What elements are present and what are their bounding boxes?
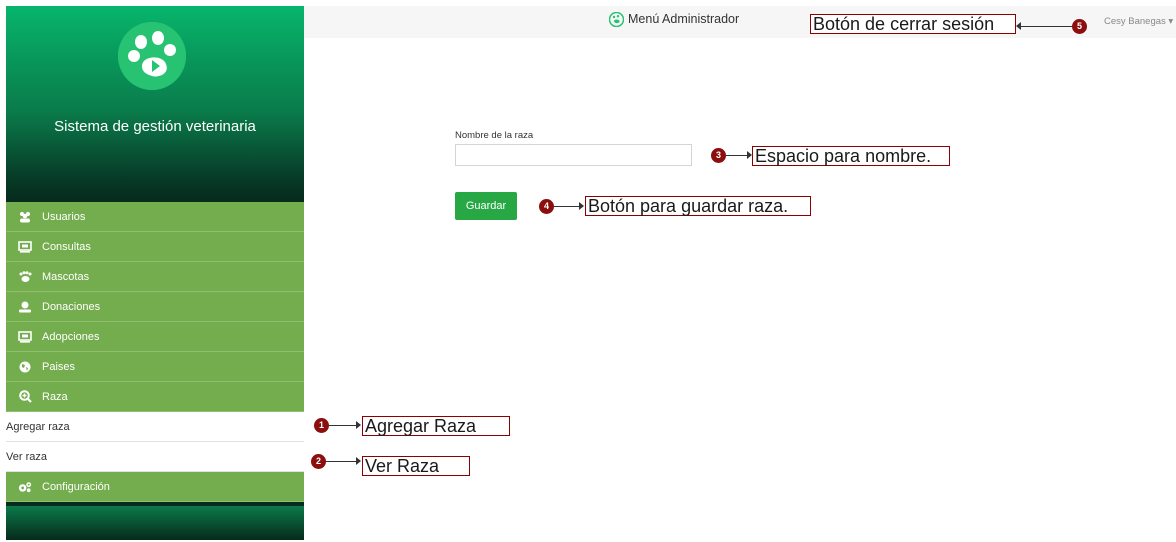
annotation-number: 3 <box>711 148 726 163</box>
sidebar: Sistema de gestión veterinaria Usuarios … <box>6 6 304 540</box>
sidebar-item-configuracion[interactable]: Configuración <box>6 472 304 502</box>
submenu-item-agregar-raza[interactable]: Agregar raza <box>6 412 304 442</box>
annotation-label: Botón de cerrar sesión <box>810 14 1016 34</box>
paw-logo-icon <box>118 22 186 90</box>
sidebar-item-label: Configuración <box>42 480 110 493</box>
annotation-arrow <box>554 206 580 207</box>
sidebar-item-donaciones[interactable]: Donaciones <box>6 292 304 322</box>
sidebar-item-mascotas[interactable]: Mascotas <box>6 262 304 292</box>
paw-icon <box>18 270 32 284</box>
cogs-icon <box>18 480 32 494</box>
paw-logo-small-icon <box>608 11 625 32</box>
annotation-label: Espacio para nombre. <box>752 146 950 166</box>
search-plus-icon <box>18 390 32 404</box>
annotation-arrow <box>329 425 357 426</box>
sidebar-item-usuarios[interactable]: Usuarios <box>6 202 304 232</box>
app-window: Sistema de gestión veterinaria Usuarios … <box>0 0 1176 542</box>
arrow-head-icon <box>579 202 584 210</box>
annotation-number: 4 <box>539 199 554 214</box>
sidebar-item-label: Paises <box>42 360 76 373</box>
annotation-label: Ver Raza <box>362 456 470 476</box>
users-icon <box>18 210 32 224</box>
monitor-icon <box>18 330 32 344</box>
annotation-number: 5 <box>1072 19 1087 34</box>
annotation-arrow <box>1020 26 1072 27</box>
sidebar-item-raza[interactable]: Raza <box>6 382 304 412</box>
sidebar-item-label: Usuarios <box>42 210 86 223</box>
annotation-number: 2 <box>311 454 326 469</box>
logo <box>118 22 186 90</box>
sidebar-item-label: Consultas <box>42 240 91 253</box>
sidebar-menu: Usuarios Consultas Mascotas Donaciones A… <box>6 202 304 502</box>
annotation-arrow <box>326 461 357 462</box>
save-button[interactable]: Guardar <box>455 192 517 220</box>
sidebar-item-consultas[interactable]: Consultas <box>6 232 304 262</box>
brand-title: Sistema de gestión veterinaria <box>54 118 256 135</box>
sidebar-item-label: Adopciones <box>42 330 100 343</box>
sidebar-footer <box>6 506 304 540</box>
topbar-title: Menú Administrador <box>628 12 740 26</box>
submenu-item-label: Agregar raza <box>6 420 70 433</box>
annotation-label: Agregar Raza <box>362 416 510 436</box>
sidebar-item-label: Mascotas <box>42 270 90 283</box>
monitor-icon <box>18 240 32 254</box>
sidebar-item-paises[interactable]: Paises <box>6 352 304 382</box>
annotation-arrow <box>726 155 748 156</box>
globe-icon <box>18 360 32 374</box>
submenu-item-label: Ver raza <box>6 450 47 463</box>
topbar <box>304 6 1176 38</box>
arrow-head-icon <box>356 457 361 465</box>
annotation-number: 1 <box>314 418 329 433</box>
sidebar-item-adopciones[interactable]: Adopciones <box>6 322 304 352</box>
arrow-head-icon <box>356 421 361 429</box>
sidebar-item-label: Donaciones <box>42 300 101 313</box>
user-menu[interactable]: Cesy Banegas ▾ <box>1104 16 1173 27</box>
submenu-item-ver-raza[interactable]: Ver raza <box>6 442 304 472</box>
breed-name-input[interactable] <box>455 144 692 166</box>
donation-icon <box>18 300 32 314</box>
annotation-label: Botón para guardar raza. <box>585 196 811 216</box>
sidebar-item-label: Raza <box>42 390 68 403</box>
breed-name-label: Nombre de la raza <box>455 130 534 141</box>
